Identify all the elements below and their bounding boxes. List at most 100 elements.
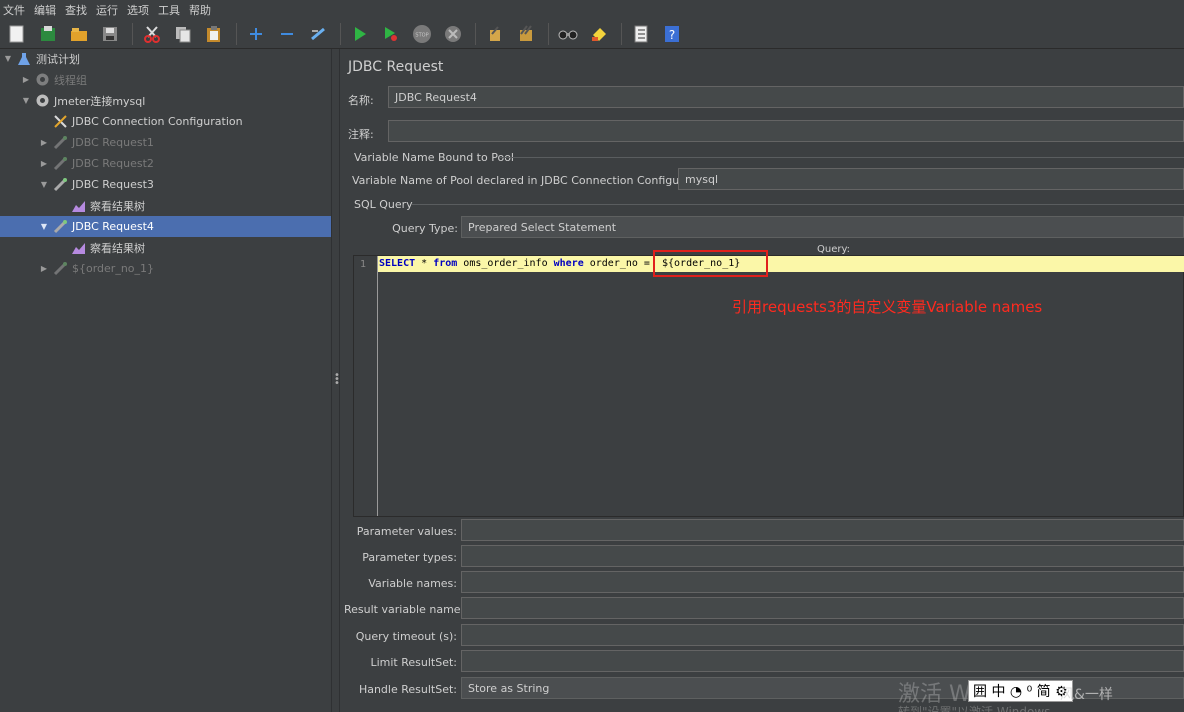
- activation-watermark-sub: 转到"设置"以激活 Windows: [898, 705, 1051, 712]
- stop-icon[interactable]: STOP: [411, 23, 433, 45]
- tree-item[interactable]: ▼ JDBC Request4: [0, 216, 331, 237]
- new-icon[interactable]: [6, 23, 28, 45]
- sql-query-editor[interactable]: 1 SELECT * from oms_order_info where ord…: [353, 255, 1184, 517]
- cut-icon[interactable]: [141, 23, 163, 45]
- save-icon[interactable]: [99, 23, 121, 45]
- annotation-text: 引用requests3的自定义变量Variable names: [732, 298, 1043, 316]
- chart-icon: [70, 240, 86, 256]
- help-icon[interactable]: ?: [661, 23, 683, 45]
- query-type-select[interactable]: Prepared Select Statement: [461, 216, 1184, 238]
- toolbar: STOP ?: [0, 19, 1184, 49]
- tree-item[interactable]: ▶ 线程组: [0, 69, 331, 90]
- comment-field[interactable]: [388, 120, 1184, 142]
- tree-item[interactable]: ▼ Jmeter连接mysql: [0, 90, 331, 111]
- param-values-field[interactable]: [461, 519, 1184, 541]
- collapse-icon[interactable]: [276, 23, 298, 45]
- pipette-icon: [52, 135, 68, 151]
- test-plan-tree: ▼ 测试计划 ▶ 线程组 ▼ Jmeter连接mysql JDBC Connection C…: [0, 49, 331, 712]
- collapsed-arrow-icon[interactable]: ▶: [39, 264, 49, 273]
- tree-item-label: JDBC Request2: [72, 157, 154, 170]
- limit-resultset-label: Limit ResultSet:: [370, 656, 457, 669]
- function-helper-icon[interactable]: [630, 23, 652, 45]
- variable-names-field[interactable]: [461, 571, 1184, 593]
- flask-icon: [16, 51, 32, 67]
- tree-item-label: 测试计划: [36, 52, 80, 66]
- sql-table: oms_order_info: [457, 258, 554, 269]
- pool-label: Variable Name of Pool declared in JDBC C…: [352, 174, 716, 187]
- menu-bar: 文件 编辑 查找 运行 选项 工具 帮助: [0, 0, 1184, 19]
- reset-search-icon[interactable]: [588, 23, 610, 45]
- tree-item-label: JDBC Connection Configuration: [72, 115, 243, 128]
- menu-item[interactable]: 运行: [96, 2, 118, 18]
- sql-keyword-where: where: [553, 258, 584, 269]
- paste-icon[interactable]: [203, 23, 225, 45]
- menu-item[interactable]: 文件: [3, 2, 25, 18]
- gear-icon: [34, 72, 50, 88]
- tree-item[interactable]: 察看结果树: [0, 195, 331, 216]
- tree-item[interactable]: JDBC Connection Configuration: [0, 111, 331, 132]
- tree-item-label: 察看结果树: [90, 199, 145, 213]
- line-number: 1: [360, 259, 367, 270]
- expanded-arrow-icon[interactable]: ▼: [3, 54, 13, 63]
- panel-title: JDBC Request: [348, 59, 444, 75]
- tree-item-label: JDBC Request1: [72, 136, 154, 149]
- tree-item-label: Jmeter连接mysql: [54, 94, 146, 108]
- expanded-arrow-icon[interactable]: ▼: [39, 180, 49, 189]
- tree-item[interactable]: ▼ JDBC Request3: [0, 174, 331, 195]
- highlight-box: [653, 250, 768, 277]
- tree-item-label: 线程组: [54, 73, 87, 87]
- sql-condition: order_no =: [583, 258, 656, 269]
- sql-keyword-from: from: [433, 258, 458, 269]
- menu-item[interactable]: 帮助: [189, 2, 211, 18]
- pool-name-field[interactable]: mysql: [678, 168, 1184, 190]
- query-timeout-field[interactable]: [461, 624, 1184, 646]
- menu-item[interactable]: 查找: [65, 2, 87, 18]
- clear-icon[interactable]: [484, 23, 506, 45]
- limit-resultset-field[interactable]: [461, 650, 1184, 672]
- gear-icon: [34, 93, 50, 109]
- handle-resultset-label: Handle ResultSet:: [358, 683, 457, 696]
- templates-icon[interactable]: [37, 23, 59, 45]
- name-field[interactable]: JDBC Request4: [388, 86, 1184, 108]
- start-icon[interactable]: [349, 23, 371, 45]
- menu-item[interactable]: 编辑: [34, 2, 56, 18]
- collapsed-arrow-icon[interactable]: ▶: [39, 159, 49, 168]
- line-number-gutter: 1: [354, 256, 378, 516]
- tree-item[interactable]: ▶ ${order_no_1}: [0, 258, 331, 279]
- copy-icon[interactable]: [172, 23, 194, 45]
- jdbc-request-panel: JDBC Request 名称: JDBC Request4 注释: Varia…: [340, 49, 1184, 712]
- pool-section-title: Variable Name Bound to Pool: [354, 151, 514, 164]
- tree-item[interactable]: ▶ JDBC Request2: [0, 153, 331, 174]
- result-variable-field[interactable]: [461, 597, 1184, 619]
- tree-item-label: 察看结果树: [90, 241, 145, 255]
- toggle-icon[interactable]: [307, 23, 329, 45]
- query-timeout-label: Query timeout (s):: [355, 630, 457, 643]
- shutdown-icon[interactable]: [442, 23, 464, 45]
- menu-item[interactable]: 工具: [158, 2, 180, 18]
- open-icon[interactable]: [68, 23, 90, 45]
- query-type-label: Query Type:: [392, 222, 458, 235]
- tree-item[interactable]: ▶ JDBC Request1: [0, 132, 331, 153]
- pipette-icon: [52, 156, 68, 172]
- svg-text:STOP: STOP: [415, 32, 428, 38]
- collapsed-arrow-icon[interactable]: ▶: [21, 75, 31, 84]
- expanded-arrow-icon[interactable]: ▼: [39, 222, 49, 231]
- comment-label: 注释:: [348, 128, 374, 141]
- tree-item-label: ${order_no_1}: [72, 262, 155, 275]
- clear-all-icon[interactable]: [515, 23, 537, 45]
- search-icon[interactable]: [557, 23, 579, 45]
- param-values-label: Parameter values:: [356, 525, 457, 538]
- param-types-field[interactable]: [461, 545, 1184, 567]
- start-no-pause-icon[interactable]: [380, 23, 402, 45]
- sql-code-line[interactable]: SELECT * from oms_order_info where order…: [378, 256, 1184, 272]
- pipette-icon: [52, 219, 68, 235]
- wrench-icon: [52, 114, 68, 130]
- ime-toolbar[interactable]: 囲 中 ◔ ⁰ 简 ⚙: [968, 680, 1073, 702]
- collapsed-arrow-icon[interactable]: ▶: [39, 138, 49, 147]
- expanded-arrow-icon[interactable]: ▼: [21, 96, 31, 105]
- tree-item[interactable]: ▼ 测试计划: [0, 48, 331, 69]
- menu-item[interactable]: 选项: [127, 2, 149, 18]
- tree-item[interactable]: 察看结果树: [0, 237, 331, 258]
- expand-icon[interactable]: [245, 23, 267, 45]
- svg-text:?: ?: [669, 28, 675, 42]
